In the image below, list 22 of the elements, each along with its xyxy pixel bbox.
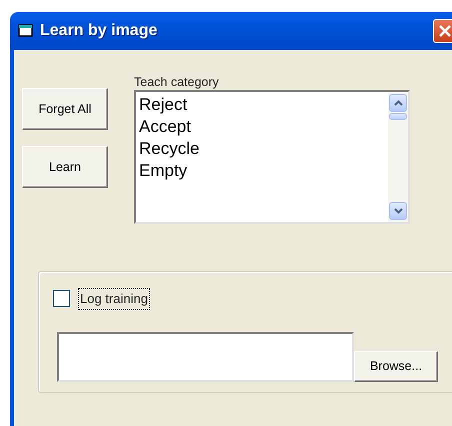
close-icon [439, 25, 451, 37]
action-button[interactable]: Learn [22, 146, 108, 188]
chevron-down-icon [394, 208, 402, 214]
window-icon [18, 24, 34, 38]
action-button[interactable]: Forget All [22, 88, 108, 130]
scroll-thumb[interactable] [389, 113, 407, 120]
checkbox-label[interactable]: Log training [78, 288, 150, 310]
browse-button[interactable]: Browse... [354, 350, 438, 382]
path-field[interactable] [57, 332, 354, 382]
checkbox[interactable] [53, 290, 70, 308]
scroll-up-button[interactable] [389, 94, 407, 112]
chevron-up-icon [394, 100, 402, 106]
category-list[interactable]: Reject Accept Recycle Empty [134, 90, 410, 224]
scrollbar[interactable] [388, 92, 408, 222]
list-item[interactable]: Accept [139, 116, 388, 138]
scroll-down-button[interactable] [389, 202, 407, 220]
window-title: Learn by image [40, 21, 158, 41]
list-item[interactable]: Empty [139, 160, 388, 182]
list-item[interactable]: Reject [139, 94, 388, 116]
close-button[interactable] [433, 19, 452, 43]
list-label: Teach category [134, 74, 220, 90]
list-item[interactable]: Recycle [139, 138, 388, 160]
